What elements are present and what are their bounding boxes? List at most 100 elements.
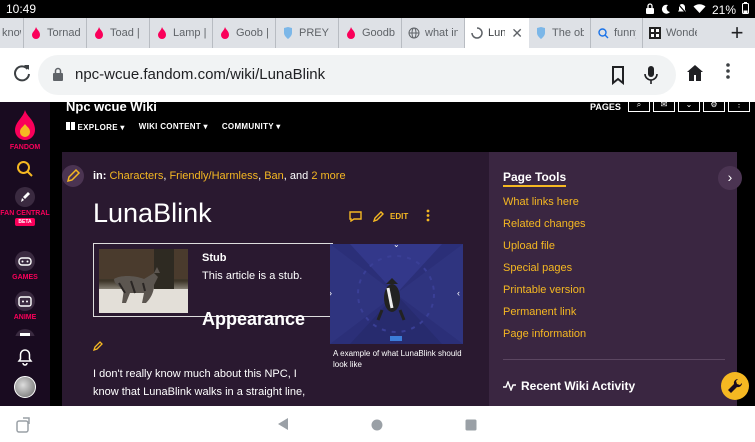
tools-fab-button[interactable] xyxy=(721,372,749,400)
link-permanent-link[interactable]: Permanent link xyxy=(503,306,576,318)
browser-tab[interactable]: The ob xyxy=(529,18,591,48)
more-categories-link[interactable]: 2 more xyxy=(311,170,345,182)
tab-strip: know Tornad Toad | Lamp | Goob | PREY U … xyxy=(0,18,755,48)
wifi-icon xyxy=(693,3,706,17)
browser-tab[interactable]: what in xyxy=(402,18,465,48)
wiki-content-menu[interactable]: WIKI CONTENT ▾ xyxy=(139,122,208,132)
pages-count-label: PAGES xyxy=(590,102,621,112)
search-icon xyxy=(17,161,33,177)
bookmark-icon[interactable] xyxy=(611,65,625,90)
browser-tab[interactable]: Lamp | xyxy=(150,18,213,48)
link-related-changes[interactable]: Related changes xyxy=(503,218,586,230)
discuss-icon[interactable]: ✉ xyxy=(653,100,675,112)
browser-tab[interactable]: Toad | xyxy=(87,18,150,48)
community-menu[interactable]: COMMUNITY ▾ xyxy=(222,122,281,132)
bell-off-icon xyxy=(677,3,687,17)
edit-button[interactable]: EDIT xyxy=(372,210,408,223)
kebab-menu-icon[interactable] xyxy=(426,209,430,224)
stub-title: Stub xyxy=(202,252,227,264)
browser-tab-active[interactable]: Lun ✕ xyxy=(465,18,529,48)
games-link[interactable]: GAMES xyxy=(0,250,50,281)
section-heading-appearance: Appearance xyxy=(202,309,306,329)
home-icon[interactable] xyxy=(686,64,704,87)
bell-icon xyxy=(17,349,33,366)
more-menu-icon[interactable] xyxy=(726,62,730,86)
moon-icon xyxy=(661,3,671,17)
status-bar: 10:49 21% xyxy=(0,0,755,18)
chevron-right-icon[interactable]: ‹ xyxy=(457,288,460,298)
category-link[interactable]: Ban xyxy=(264,170,284,182)
link-what-links-here[interactable]: What links here xyxy=(503,196,579,208)
tv-icon xyxy=(15,291,35,311)
new-tab-button[interactable]: + xyxy=(719,18,755,48)
browser-tab[interactable]: Goodby xyxy=(339,18,402,48)
partial-icon xyxy=(15,329,35,336)
pencil-icon xyxy=(372,211,384,223)
tab-label: Lun xyxy=(488,27,506,39)
link-upload-file[interactable]: Upload file xyxy=(503,240,555,252)
clock: 10:49 xyxy=(6,2,37,16)
browser-tab[interactable]: know xyxy=(0,18,24,48)
chevron-left-icon[interactable]: › xyxy=(330,288,332,298)
status-icons: 21% xyxy=(645,2,749,17)
pencil-icon xyxy=(66,168,81,183)
close-tab-icon[interactable]: ✕ xyxy=(511,25,523,42)
more-icon[interactable]: ⋮ xyxy=(728,100,750,112)
collapse-panel-button[interactable]: › xyxy=(718,166,742,190)
microphone-icon[interactable] xyxy=(644,65,658,90)
article-paragraph: I don't really know much about this NPC,… xyxy=(93,368,306,398)
rotate-icon[interactable] xyxy=(16,417,32,438)
battery-icon xyxy=(742,2,749,17)
notifications-button[interactable] xyxy=(0,348,50,368)
infobox-image[interactable]: ⌄ › ‹ xyxy=(330,244,463,344)
edit-section-icon[interactable] xyxy=(92,338,103,356)
fandom-favicon-icon xyxy=(93,27,105,39)
comment-icon[interactable] xyxy=(349,210,362,224)
home-nav-icon[interactable] xyxy=(371,418,383,436)
user-avatar[interactable] xyxy=(0,376,50,400)
category-link[interactable]: Characters xyxy=(110,170,164,182)
search-favicon-icon xyxy=(597,27,609,39)
edit-categories-button[interactable] xyxy=(62,165,84,187)
more-rail-item[interactable] xyxy=(0,328,50,336)
settings-icon[interactable]: ⚙ xyxy=(703,100,725,112)
link-page-information[interactable]: Page information xyxy=(503,328,586,340)
chevron-down-icon[interactable]: ⌄ xyxy=(393,244,400,249)
link-printable-version[interactable]: Printable version xyxy=(503,284,585,296)
fan-central-link[interactable]: FAN CENTRAL BETA xyxy=(0,186,50,226)
search-rail-button[interactable] xyxy=(0,160,50,180)
recent-activity-heading: Recent Wiki Activity xyxy=(503,379,635,393)
wiki-name[interactable]: Npc wcue Wiki xyxy=(66,99,157,114)
chevron-right-icon: › xyxy=(727,169,733,185)
tab-label: Lamp | xyxy=(173,27,206,39)
reload-icon[interactable] xyxy=(10,63,34,87)
browser-tab[interactable]: PREY U xyxy=(276,18,339,48)
fandom-logo[interactable]: FANDOM xyxy=(0,108,50,151)
wiki-header: Npc wcue Wiki EXPLORE ▾ WIKI CONTENT ▾ C… xyxy=(50,99,755,148)
chevron-down-icon: ▾ xyxy=(120,123,125,132)
avatar xyxy=(14,376,36,398)
browser-tab[interactable]: Goob | xyxy=(213,18,276,48)
browser-tab[interactable]: Tornad xyxy=(24,18,87,48)
infobox-caption: A example of what LunaBlink should look … xyxy=(333,349,462,369)
community-label: COMMUNITY xyxy=(221,122,274,131)
chevron-down-icon[interactable]: ⌄ xyxy=(678,100,700,112)
browser-tab[interactable]: Wonde xyxy=(643,18,703,48)
tab-label: Tornad xyxy=(47,27,80,39)
recents-icon[interactable] xyxy=(465,418,477,436)
system-nav-bar xyxy=(0,406,755,442)
search-icon[interactable]: ⌕ xyxy=(628,100,650,112)
link-special-pages[interactable]: Special pages xyxy=(503,262,572,274)
lock-icon[interactable] xyxy=(52,67,66,83)
back-icon[interactable] xyxy=(276,417,290,436)
tab-label: what in xyxy=(425,27,458,39)
tab-label: Toad | xyxy=(110,27,140,39)
explore-menu[interactable]: EXPLORE ▾ xyxy=(66,122,125,132)
fandom-flame-icon xyxy=(15,110,35,140)
page-tools-heading: Page Tools xyxy=(503,170,567,187)
category-link[interactable]: Friendly/Harmless xyxy=(169,170,258,182)
address-bar[interactable]: npc-wcue.fandom.com/wiki/LunaBlink xyxy=(38,55,676,95)
browser-tab[interactable]: funny c xyxy=(591,18,643,48)
url-text[interactable]: npc-wcue.fandom.com/wiki/LunaBlink xyxy=(75,66,325,83)
anime-link[interactable]: ANIME xyxy=(0,290,50,321)
